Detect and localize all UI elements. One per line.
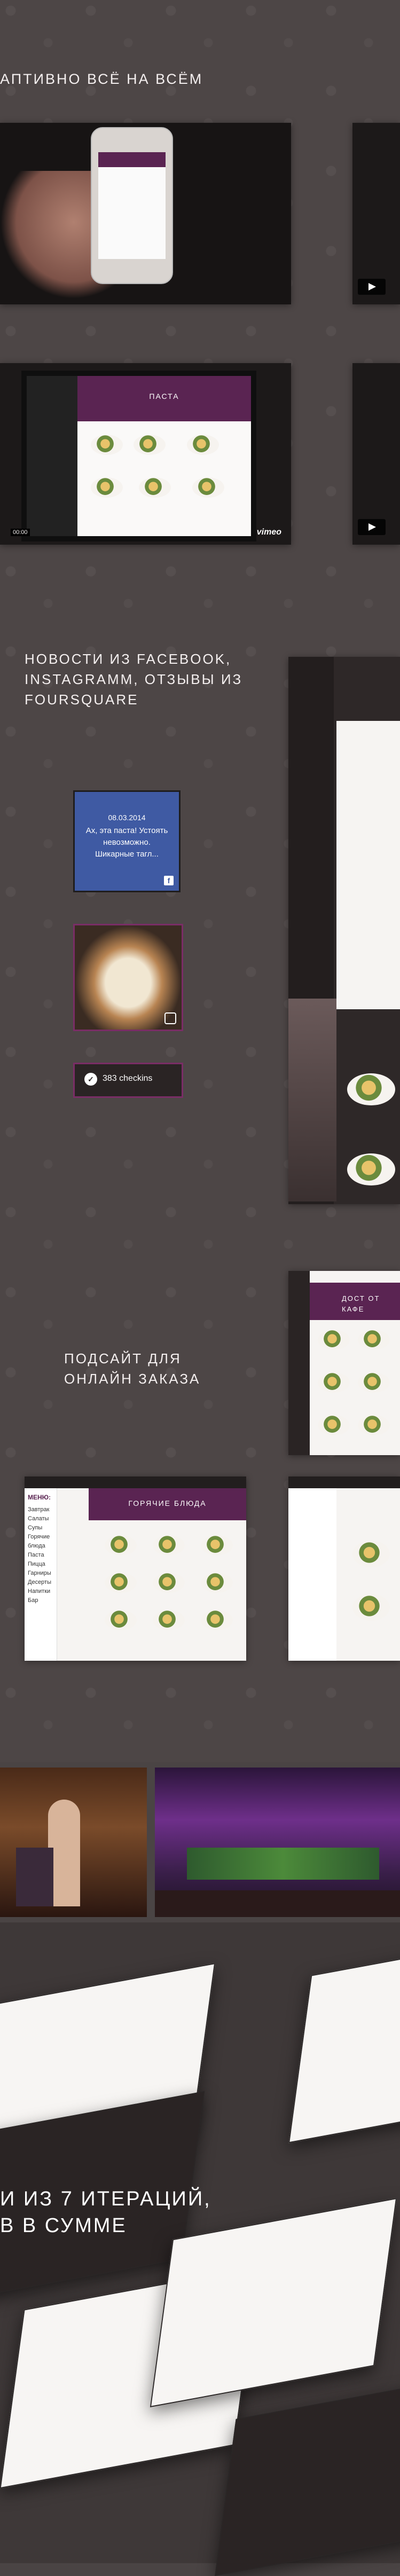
instagram-post-card[interactable] [73, 924, 183, 1031]
section-title-news: новости из facebook, instagramm, отзывы … [25, 651, 243, 708]
delivery-banner: дост от кафе [342, 1294, 380, 1313]
menu-item[interactable]: Бар [28, 1596, 57, 1605]
site-screenshot-delivery: дост от кафе [288, 1271, 400, 1455]
interior-photo-bar [155, 1768, 400, 1917]
menu-item[interactable]: Салаты [28, 1514, 57, 1523]
section-title-iterations-1: и из 7 итераций, [0, 2188, 211, 2210]
menu-item[interactable]: Гарниры [28, 1569, 57, 1578]
foursquare-checkins-card[interactable]: ✓ 383 checkins [73, 1063, 183, 1098]
vimeo-logo: vimeo [256, 528, 281, 537]
menu-item[interactable]: Десерты [28, 1578, 57, 1587]
instagram-icon[interactable] [164, 1012, 176, 1024]
menu-item[interactable]: Паста [28, 1551, 57, 1560]
menu-item[interactable]: Завтрак [28, 1505, 57, 1514]
section-title-adaptive: аптивно всё на всём [0, 71, 203, 87]
section-title-iterations-2: в в сумме [0, 2214, 127, 2237]
laptop-screen: паста [21, 371, 256, 541]
menu-item[interactable]: Напитки [28, 1587, 57, 1596]
menu-item[interactable]: Супы [28, 1523, 57, 1533]
video-timecode: 00:00 [11, 529, 30, 536]
menu-banner-title: горячие блюда [128, 1499, 207, 1507]
checkins-count: 383 checkins [103, 1074, 153, 1083]
post-date: 08.03.2014 [108, 813, 146, 822]
facebook-post-card[interactable]: 08.03.2014 Ах, эта паста! Устоять невозм… [73, 790, 181, 892]
facebook-icon[interactable]: f [164, 876, 174, 885]
site-screenshot-menu-2 [288, 1477, 400, 1661]
video-laptop-demo[interactable]: паста 00:00 vimeo [0, 363, 291, 545]
play-button[interactable] [358, 519, 386, 535]
menu-item[interactable]: Горячие блюда [28, 1533, 57, 1551]
site-screenshot-social [288, 657, 400, 1204]
video-thumb-right-1[interactable] [352, 123, 400, 304]
video-thumb-right-2[interactable] [352, 363, 400, 545]
iterations-showcase [0, 1922, 400, 2576]
post-text: Ах, эта паста! Устоять невозможно. Шикар… [85, 826, 168, 859]
section-title-order: подсайт для онлайн заказа [64, 1350, 201, 1387]
menu-item[interactable]: Пицца [28, 1560, 57, 1569]
screen-title: паста [149, 392, 179, 400]
video-phone-demo[interactable] [0, 123, 291, 304]
phone-mockup [91, 127, 173, 284]
play-button[interactable] [358, 279, 386, 295]
interior-photo-people [0, 1768, 147, 1917]
menu-heading: меню: [28, 1494, 51, 1501]
site-screenshot-menu: меню: Завтрак Салаты Супы Горячие блюда … [25, 1477, 246, 1661]
foursquare-icon: ✓ [84, 1073, 97, 1086]
